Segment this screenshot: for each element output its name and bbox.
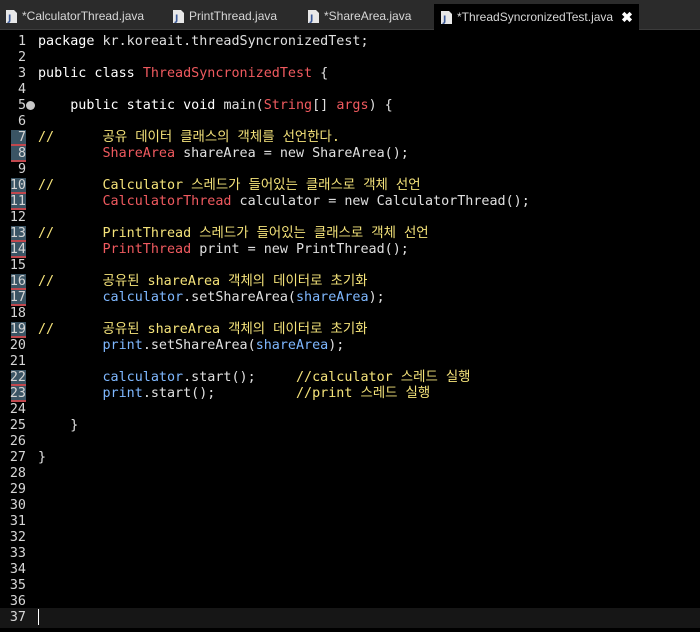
tab-thread-syncronized-test[interactable]: J *ThreadSyncronizedTest.java ✖ [434, 4, 639, 30]
line-number: 24 [0, 402, 700, 418]
line-number: 28 [0, 466, 700, 482]
code-line: package kr.koreait.threadSyncronizedTest… [38, 34, 369, 49]
code-line: // 공유 데이터 클래스의 객체를 선언한다. [38, 130, 340, 145]
java-file-icon: J [441, 10, 452, 24]
tab-share-area[interactable]: J *ShareArea.java [308, 5, 411, 27]
line-number: 9 [0, 162, 700, 178]
tab-label: *CalculatorThread.java [22, 9, 145, 23]
code-line: // 공유된 shareArea 객체의 데이터로 초기화 [38, 322, 368, 337]
line-number-label: 31 [9, 514, 26, 529]
line-number-label: 32 [9, 530, 26, 545]
java-file-icon: J [308, 9, 319, 23]
code-line: // PrintThread 스레드가 들어있는 클래스로 객체 선언 [38, 226, 429, 241]
code-line: public static void main(String[] args) { [0, 98, 700, 114]
line-number-label: 15 [9, 258, 26, 273]
svg-text:J: J [309, 14, 313, 23]
code-line: calculator.setShareArea(shareArea); [102, 290, 385, 305]
line-number: 29 [0, 482, 700, 498]
tab-label: *ShareArea.java [324, 9, 412, 23]
line-number: 34 [0, 562, 700, 578]
code-line: print.setShareArea(shareArea); [102, 338, 345, 353]
line-number-label: 4 [17, 82, 26, 97]
line-number-label: 24 [9, 402, 26, 417]
code-line: print.start(); //print 스레드 실행 [102, 386, 431, 401]
code-line: // Calculator 스레드가 들어있는 클래스로 객체 선언 [38, 178, 421, 193]
line-number-label: 30 [9, 498, 26, 513]
line-number-label: 36 [9, 594, 26, 609]
svg-text:J: J [442, 15, 446, 24]
code-line: } [38, 418, 79, 433]
line-number: 36 [0, 594, 700, 610]
line-number: 37 [0, 610, 700, 626]
line-number: 18 [0, 306, 700, 322]
svg-text:J: J [7, 14, 11, 23]
line-number-label: 29 [9, 482, 26, 497]
java-file-icon: J [6, 9, 17, 23]
line-number-label: 35 [9, 578, 26, 593]
svg-text:J: J [174, 14, 178, 23]
line-number: 6 [0, 114, 700, 130]
line-number-label: 33 [9, 546, 26, 561]
line-number: 33 [0, 546, 700, 562]
code-line: public class ThreadSyncronizedTest { [38, 66, 329, 81]
tab-calculator-thread[interactable]: J *CalculatorThread.java [6, 5, 144, 27]
line-number-label: 6 [17, 114, 26, 129]
line-number: 12 [0, 210, 700, 226]
line-number: 15 [0, 258, 700, 274]
line-number-label: 2 [17, 50, 26, 65]
line-number: 31 [0, 514, 700, 530]
code-line: PrintThread print = new PrintThread(); [102, 242, 409, 257]
code-line: } [38, 450, 47, 465]
line-number: 21 [0, 354, 700, 370]
code-line: calculator.start(); //calculator 스레드 실행 [102, 370, 471, 385]
line-number-label: 12 [9, 210, 26, 225]
line-number: 30 [0, 498, 700, 514]
tab-print-thread[interactable]: J PrintThread.java [173, 5, 277, 27]
tab-label: *ThreadSyncronizedTest.java [457, 10, 614, 24]
line-number-label: 9 [17, 162, 26, 177]
code-editor[interactable]: 1 2 3 4 5 6 7 8 9 10 11 12 13 14 15 16 17 18 19 20 21 22 23 24 2… [0, 30, 700, 632]
line-number-label: 37 [9, 610, 26, 625]
close-icon[interactable]: ✖ [621, 9, 633, 26]
line-number-label: 18 [9, 306, 26, 321]
line-number: 35 [0, 578, 700, 594]
code-line: CalculatorThread calculator = new Calcul… [102, 194, 530, 209]
line-number: 4 [0, 82, 700, 98]
line-number: 26 [0, 434, 700, 450]
line-number-label: 28 [9, 466, 26, 481]
tab-label: PrintThread.java [189, 9, 278, 23]
line-number: 32 [0, 530, 700, 546]
editor-tab-bar: J *CalculatorThread.java J PrintThread.j… [0, 0, 700, 30]
line-number-label: 21 [9, 354, 26, 369]
code-line: // 공유된 shareArea 객체의 데이터로 초기화 [38, 274, 368, 289]
code-line: ShareArea shareArea = new ShareArea(); [102, 146, 409, 161]
java-file-icon: J [173, 9, 184, 23]
line-number-label: 26 [9, 434, 26, 449]
line-number: 2 [0, 50, 700, 66]
line-number-label: 34 [9, 562, 26, 577]
fold-marker-icon[interactable] [26, 101, 35, 110]
